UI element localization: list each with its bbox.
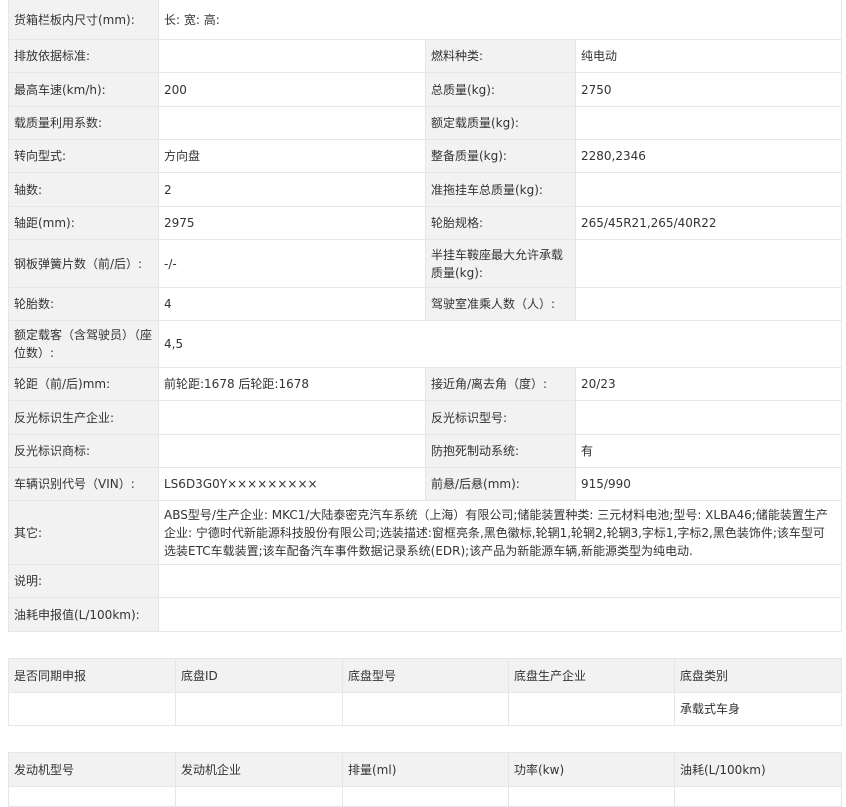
field-label: 接近角/离去角（度）: [425, 367, 576, 401]
field-label: 整备质量(kg): [425, 139, 576, 173]
field-value [157, 564, 843, 598]
field-value: ABS型号/生产企业: MKC1/大陆泰密克汽车系统（上海）有限公司;储能装置种… [157, 500, 843, 565]
field-label: 说明: [8, 564, 159, 598]
field-value: 有 [574, 434, 843, 468]
spec-row: 轮距（前/后)mm: 前轮距:1678 后轮距:1678 接近角/离去角（度）: 20… [8, 367, 843, 401]
vehicle-spec-table: 货箱栏板内尺寸(mm): 长: 宽: 高: 排放依据标准: 燃料种类: 纯电动 最高车速(… [8, 0, 843, 632]
field-label: 半挂车鞍座最大允许承载质量(kg): [425, 239, 576, 288]
field-value: 2750 [574, 72, 843, 107]
field-label: 货箱栏板内尺寸(mm): [8, 0, 159, 40]
field-value [158, 434, 426, 468]
spec-row: 轴数: 2 准拖挂车总质量(kg): [8, 172, 843, 207]
field-label: 前悬/后悬(mm): [425, 467, 576, 501]
spec-row: 反光标识生产企业: 反光标识型号: [8, 400, 843, 435]
field-label: 防抱死制动系统: [425, 434, 576, 468]
field-value: 长: 宽: 高: [157, 0, 843, 40]
field-label: 额定载客（含驾驶员）（座位数）: [8, 320, 159, 368]
field-label: 反光标识生产企业: [8, 400, 159, 435]
field-value: 4,5 [157, 320, 843, 368]
field-label: 反光标识型号: [425, 400, 576, 435]
spec-row: 转向型式: 方向盘 整备质量(kg): 2280,2346 [8, 139, 843, 173]
spec-row: 轮胎数: 4 驾驶室准乘人数（人）: [8, 287, 843, 321]
field-label: 驾驶室准乘人数（人）: [425, 287, 576, 321]
engine-header-row: 发动机型号 发动机企业 排量(ml) 功率(kw) 油耗(L/100km) [8, 752, 842, 787]
field-value: 265/45R21,265/40R22 [574, 206, 843, 240]
spec-row: 排放依据标准: 燃料种类: 纯电动 [8, 39, 843, 73]
field-label: 钢板弹簧片数（前/后）: [8, 239, 159, 288]
field-value [574, 106, 843, 140]
field-label: 油耗申报值(L/100km): [8, 597, 159, 632]
field-value [574, 287, 843, 321]
field-label: 轴数: [8, 172, 159, 207]
field-label: 准拖挂车总质量(kg): [425, 172, 576, 207]
chassis-table: 是否同期申报 底盘ID 底盘型号 底盘生产企业 底盘类别 承载式车身 [8, 658, 842, 726]
spec-row: 油耗申报值(L/100km): [8, 597, 843, 632]
engine-table: 发动机型号 发动机企业 排量(ml) 功率(kw) 油耗(L/100km) [8, 752, 842, 807]
field-label: 最高车速(km/h): [8, 72, 159, 107]
spec-row: 额定载客（含驾驶员）（座位数）: 4,5 [8, 320, 843, 368]
field-value: 方向盘 [158, 139, 426, 173]
field-value [574, 239, 843, 288]
field-value: 200 [158, 72, 426, 107]
spec-row: 车辆识别代号（VIN）: LS6D3G0Y××××××××× 前悬/后悬(mm): 9… [8, 467, 843, 501]
spec-row: 载质量利用系数: 额定载质量(kg): [8, 106, 843, 140]
chassis-cell [8, 692, 176, 726]
chassis-cell [342, 692, 509, 726]
spec-row: 其它: ABS型号/生产企业: MKC1/大陆泰密克汽车系统（上海）有限公司;储能… [8, 500, 843, 565]
field-label: 转向型式: [8, 139, 159, 173]
spec-row: 说明: [8, 564, 843, 598]
field-value: -/- [158, 239, 426, 288]
field-label: 车辆识别代号（VIN）: [8, 467, 159, 501]
field-value [157, 597, 843, 632]
field-value: 2975 [158, 206, 426, 240]
engine-header-cell: 功率(kw) [508, 752, 675, 787]
chassis-header-cell: 底盘ID [175, 658, 343, 693]
chassis-header-cell: 底盘类别 [674, 658, 842, 693]
field-label: 轴距(mm): [8, 206, 159, 240]
engine-header-cell: 发动机型号 [8, 752, 176, 787]
spec-row: 最高车速(km/h): 200 总质量(kg): 2750 [8, 72, 843, 107]
field-value: 20/23 [574, 367, 843, 401]
engine-header-cell: 发动机企业 [175, 752, 343, 787]
spec-row: 钢板弹簧片数（前/后）: -/- 半挂车鞍座最大允许承载质量(kg): [8, 239, 843, 288]
field-value: 2 [158, 172, 426, 207]
field-value: 915/990 [574, 467, 843, 501]
spec-row: 反光标识商标: 防抱死制动系统: 有 [8, 434, 843, 468]
chassis-header-cell: 底盘生产企业 [508, 658, 675, 693]
field-value [158, 39, 426, 73]
spec-row: 轴距(mm): 2975 轮胎规格: 265/45R21,265/40R22 [8, 206, 843, 240]
chassis-cell [508, 692, 675, 726]
field-value: 纯电动 [574, 39, 843, 73]
field-label: 载质量利用系数: [8, 106, 159, 140]
field-value: LS6D3G0Y××××××××× [158, 467, 426, 501]
chassis-header-cell: 底盘型号 [342, 658, 509, 693]
spec-row: 货箱栏板内尺寸(mm): 长: 宽: 高: [8, 0, 843, 40]
engine-header-cell: 油耗(L/100km) [674, 752, 842, 787]
field-label: 总质量(kg): [425, 72, 576, 107]
field-label: 反光标识商标: [8, 434, 159, 468]
field-value [158, 106, 426, 140]
chassis-header-cell: 是否同期申报 [8, 658, 176, 693]
field-label: 排放依据标准: [8, 39, 159, 73]
field-value [574, 172, 843, 207]
field-label: 轮胎数: [8, 287, 159, 321]
chassis-header-row: 是否同期申报 底盘ID 底盘型号 底盘生产企业 底盘类别 [8, 658, 842, 693]
field-value: 前轮距:1678 后轮距:1678 [158, 367, 426, 401]
field-value [574, 400, 843, 435]
field-label: 轮胎规格: [425, 206, 576, 240]
chassis-data-row: 承载式车身 [8, 692, 842, 726]
chassis-cell: 承载式车身 [674, 692, 842, 726]
field-label: 额定载质量(kg): [425, 106, 576, 140]
chassis-cell [175, 692, 343, 726]
field-value: 4 [158, 287, 426, 321]
field-value: 2280,2346 [574, 139, 843, 173]
spec-table-body: 货箱栏板内尺寸(mm): 长: 宽: 高: 排放依据标准: 燃料种类: 纯电动 最高车速(… [8, 0, 843, 632]
field-label: 燃料种类: [425, 39, 576, 73]
field-label: 其它: [8, 500, 159, 565]
engine-header-cell: 排量(ml) [342, 752, 509, 787]
field-value [158, 400, 426, 435]
field-label: 轮距（前/后)mm: [8, 367, 159, 401]
